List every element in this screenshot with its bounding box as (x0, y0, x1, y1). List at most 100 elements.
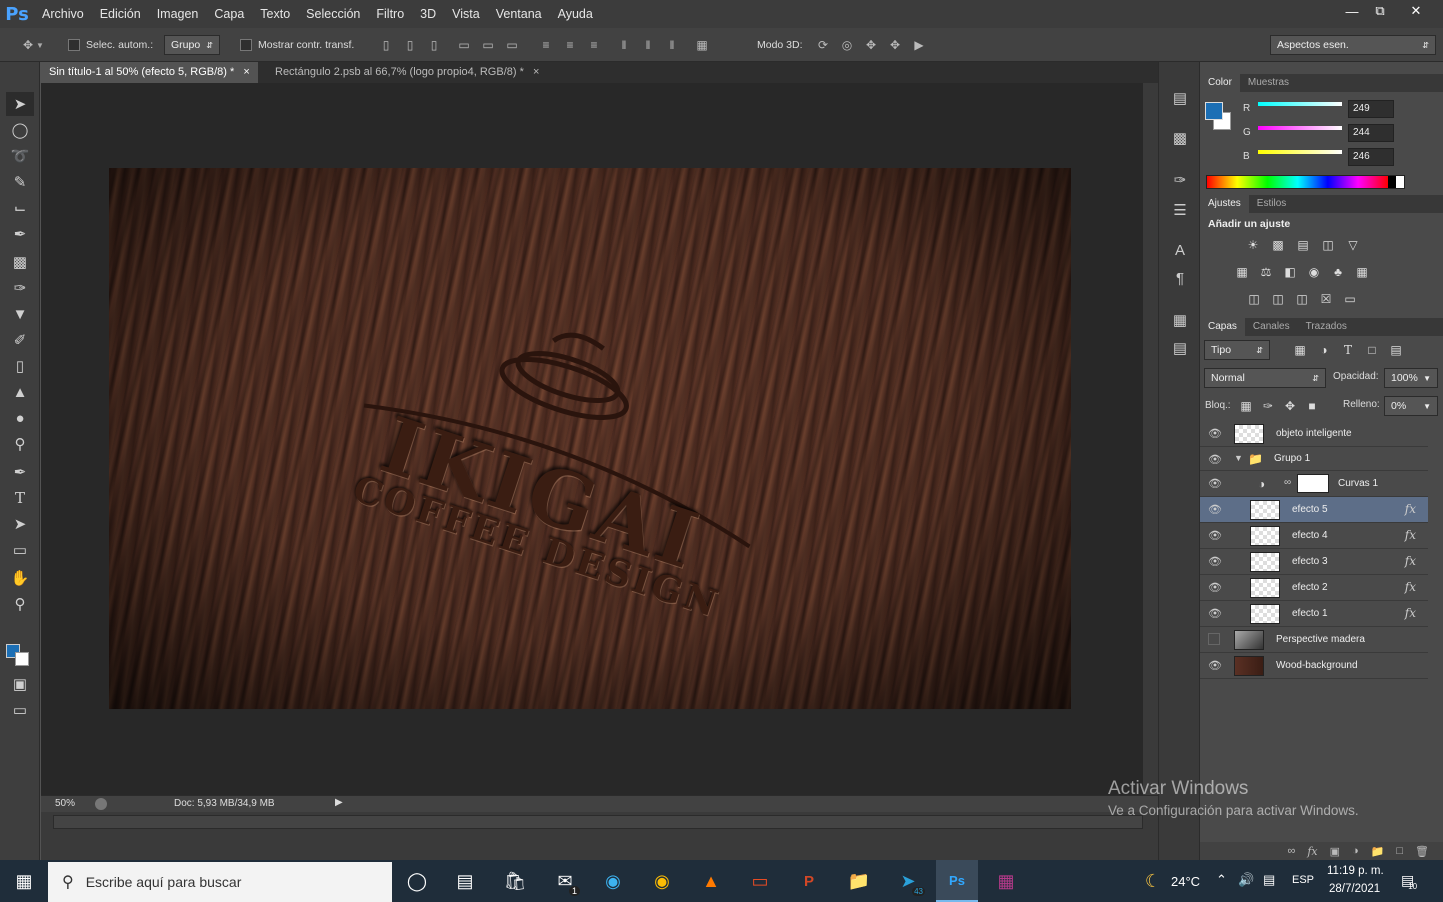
menu-seleccion[interactable]: Selección (298, 0, 368, 28)
background-color-swatch[interactable] (15, 652, 29, 666)
brush-tool-icon[interactable]: ✑ (6, 276, 34, 300)
g-value-input[interactable]: 244 (1348, 124, 1394, 142)
telegram-icon[interactable]: ➤ 43 (893, 866, 925, 896)
eye-icon[interactable]: 👁 (1208, 503, 1222, 517)
healing-tool-icon[interactable]: ▩ (6, 250, 34, 274)
color-foreground-swatch[interactable] (1205, 102, 1223, 120)
distribute-vcenter-icon[interactable]: ≡ (562, 37, 578, 53)
lock-all-icon[interactable]: ■ (1304, 399, 1320, 413)
close-button[interactable]: ✕ (1398, 0, 1434, 22)
screen-mode-icon[interactable]: ▭ (6, 698, 34, 722)
notes-panel-icon[interactable]: ▤ (1170, 338, 1190, 358)
stamp-tool-icon[interactable]: ▼ (6, 302, 34, 326)
tab-swatches[interactable]: Muestras (1240, 74, 1297, 92)
align-hcenter-icon[interactable]: ▭ (480, 37, 496, 53)
eye-icon[interactable]: 👁 (1208, 529, 1222, 543)
brave-icon[interactable]: ▲ (696, 866, 726, 896)
path-select-tool-icon[interactable]: ➤ (6, 512, 34, 536)
menu-edicion[interactable]: Edición (92, 0, 149, 28)
menu-3d[interactable]: 3D (412, 0, 444, 28)
file-explorer-icon[interactable]: 📁 (844, 866, 874, 896)
distribute-bottom-icon[interactable]: ≡ (586, 37, 602, 53)
r-slider[interactable] (1258, 102, 1342, 106)
b-slider[interactable] (1258, 150, 1342, 154)
menu-texto[interactable]: Texto (252, 0, 298, 28)
layer-row[interactable]: 👁 Wood-background (1200, 653, 1428, 679)
network-icon[interactable]: ▤ (1263, 872, 1275, 888)
filter-pixel-icon[interactable]: ▦ (1292, 343, 1308, 357)
photo-filter-icon[interactable]: ◉ (1306, 265, 1322, 279)
show-transform-checkbox[interactable]: Mostrar contr. transf. (240, 28, 354, 62)
layer-row[interactable]: 👁 efecto 4 fx (1200, 523, 1428, 549)
pen-tool-icon[interactable]: ✒ (6, 460, 34, 484)
character-panel-icon[interactable]: A (1170, 240, 1190, 260)
actions-panel-icon[interactable]: ▩ (1170, 128, 1190, 148)
marquee-tool-icon[interactable]: ◯ (6, 118, 34, 142)
auto-select-dropdown[interactable]: Grupo ⇵ (164, 35, 220, 55)
color-lookup-icon[interactable]: ▦ (1354, 265, 1370, 279)
filter-adjustment-icon[interactable]: ◑ (1316, 343, 1332, 357)
mail-icon[interactable]: ✉ 1 (550, 866, 580, 896)
menu-ayuda[interactable]: Ayuda (550, 0, 601, 28)
new-group-icon[interactable]: 📁 (1371, 845, 1385, 858)
eyedropper-tool-icon[interactable]: ✒ (6, 222, 34, 246)
hand-tool-icon[interactable]: ✋ (6, 566, 34, 590)
layer-filter-dropdown[interactable]: Tipo ⇵ (1204, 340, 1270, 360)
layer-comps-icon[interactable]: ▦ (1170, 310, 1190, 330)
workspace-dropdown[interactable]: Aspectos esen. ⇵ (1270, 35, 1436, 55)
close-tab-icon[interactable]: × (243, 66, 249, 78)
distribute-hcenter-icon[interactable]: ‖ (640, 37, 656, 53)
fx-icon[interactable]: fx (1405, 580, 1416, 594)
menu-archivo[interactable]: Archivo (34, 0, 92, 28)
eye-icon[interactable]: 👁 (1208, 453, 1222, 467)
blur-tool-icon[interactable]: ● (6, 406, 34, 430)
move-tool-preset[interactable]: ✥ ▼ (20, 28, 44, 62)
layer-row-selected[interactable]: 👁 efecto 5 fx (1200, 497, 1428, 523)
fx-icon[interactable]: fx (1405, 528, 1416, 542)
gradient-map-icon[interactable]: ▭ (1342, 292, 1358, 306)
rotate-3d-icon[interactable]: ⟳ (815, 37, 831, 53)
eraser-tool-icon[interactable]: ▯ (6, 354, 34, 378)
lock-position-icon[interactable]: ✥ (1282, 399, 1298, 413)
threshold-icon[interactable]: ◫ (1294, 292, 1310, 306)
zoom-tool-icon[interactable]: ⚲ (6, 592, 34, 616)
taskbar-search[interactable]: ⚲ Escribe aquí para buscar (48, 862, 392, 902)
clock-date[interactable]: 28/7/2021 (1329, 883, 1380, 895)
tab-channels[interactable]: Canales (1245, 318, 1298, 336)
fill-input[interactable]: 0% ▼ (1384, 396, 1438, 416)
temperature[interactable]: 24°C (1171, 874, 1200, 889)
eye-icon[interactable]: 👁 (1208, 607, 1222, 621)
group-expand-icon[interactable]: ▼ (1234, 453, 1243, 463)
color-spectrum-bar[interactable] (1206, 175, 1405, 189)
align-right-icon[interactable]: ▭ (504, 37, 520, 53)
menu-ventana[interactable]: Ventana (488, 0, 550, 28)
layer-group-row[interactable]: 👁 ▼ 📁 Grupo 1 (1200, 447, 1428, 471)
windows-start-icon[interactable]: ▦ (9, 866, 39, 896)
distribute-right-icon[interactable]: ‖ (664, 37, 680, 53)
menu-capa[interactable]: Capa (206, 0, 252, 28)
layer-row[interactable]: 👁 objeto inteligente (1200, 421, 1428, 447)
exposure-icon[interactable]: ◫ (1320, 238, 1336, 252)
eye-icon[interactable]: 👁 (1208, 427, 1222, 441)
black-white-icon[interactable]: ◧ (1282, 265, 1298, 279)
document-canvas[interactable]: IKIGAI COFFEE DESIGN (109, 168, 1071, 709)
filter-smart-icon[interactable]: ▤ (1388, 343, 1404, 357)
new-adjustment-icon[interactable]: ◑ (1352, 845, 1359, 857)
tab-color[interactable]: Color (1200, 74, 1240, 92)
status-menu-arrow-icon[interactable]: ▶ (335, 797, 343, 808)
menu-imagen[interactable]: Imagen (149, 0, 207, 28)
color-balance-icon[interactable]: ⚖ (1258, 265, 1274, 279)
auto-align-icon[interactable]: ▦ (694, 37, 710, 53)
quick-mask-icon[interactable]: ▣ (6, 672, 34, 696)
new-layer-icon[interactable]: □ (1396, 845, 1403, 857)
office-icon[interactable]: ▭ (745, 866, 775, 896)
crop-tool-icon[interactable]: ⌙ (6, 196, 34, 220)
close-tab-icon[interactable]: × (533, 66, 539, 78)
layer-row-hidden[interactable]: Perspective madera (1200, 627, 1428, 653)
fx-icon[interactable]: fx (1405, 554, 1416, 568)
tab-styles[interactable]: Estilos (1249, 195, 1294, 213)
drag-3d-icon[interactable]: ✥ (863, 37, 879, 53)
powerpoint-icon[interactable]: P (794, 866, 824, 896)
brush-presets-icon[interactable]: ☰ (1170, 200, 1190, 220)
layer-row[interactable]: 👁 efecto 3 fx (1200, 549, 1428, 575)
